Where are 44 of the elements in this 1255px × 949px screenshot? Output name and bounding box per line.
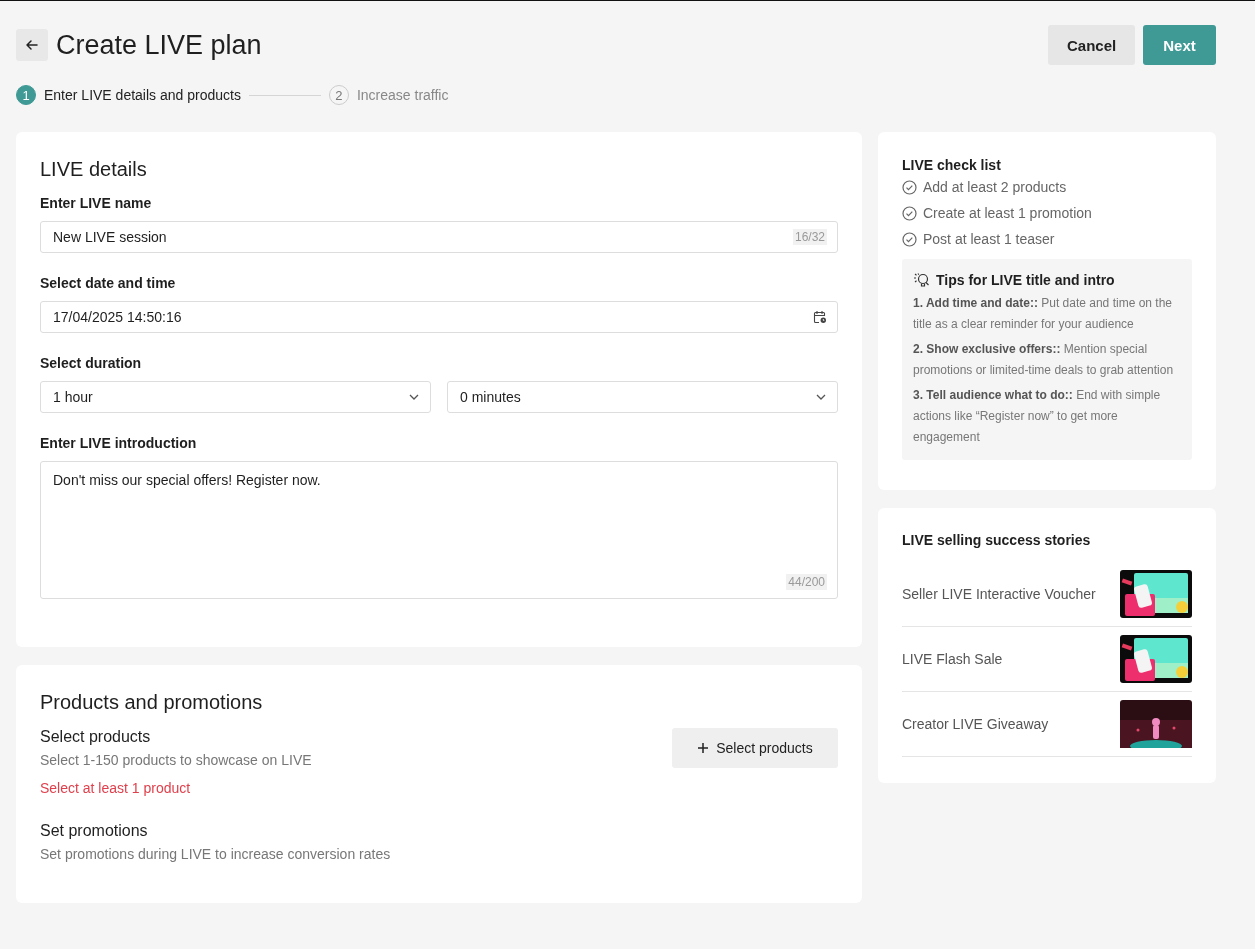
back-button[interactable] [16, 29, 48, 61]
tip-text: 1. Add time and date:: Put date and time on the title as a clear reminder for your audience [913, 295, 1173, 333]
check-circle-icon [902, 205, 917, 221]
checklist-item: Create at least 1 promotion [923, 205, 1092, 221]
subsection-title: Select products [40, 728, 152, 746]
select-products-button[interactable]: Select products [672, 728, 838, 768]
tips-title: Tips for LIVE title and intro [936, 272, 1115, 288]
step-number: 1 [16, 85, 36, 105]
story-link[interactable]: LIVE Flash Sale [902, 651, 1003, 667]
check-circle-icon [902, 231, 917, 247]
date-time-field[interactable]: 17/04/2025 14:50:16 [40, 301, 838, 333]
section-title: Products and promotions [40, 691, 264, 714]
char-counter: 16/32 [792, 229, 827, 245]
page-title: Create LIVE plan [56, 29, 262, 61]
introduction-field[interactable]: Don't miss our special offers! Register now. 44/200 [40, 461, 838, 599]
card-title: LIVE selling success stories [902, 532, 1092, 548]
field-label: Enter LIVE name [40, 195, 153, 211]
field-label: Enter LIVE introduction [40, 435, 198, 451]
story-link[interactable]: Creator LIVE Giveaway [902, 716, 1049, 732]
back-arrow-icon [24, 37, 40, 53]
card-title: LIVE check list [902, 157, 1002, 173]
plus-icon [697, 742, 710, 754]
description-text: Set promotions during LIVE to increase conversion rates [40, 846, 392, 862]
description-text: Select 1-150 products to showcase on LIVE [40, 752, 312, 768]
error-text: Select at least 1 product [40, 780, 192, 796]
name-field[interactable]: New LIVE session 16/32 [40, 221, 838, 253]
tip-text: 3. Tell audience what to do:: End with simple actions like “Register now” to get more engagement [913, 387, 1162, 446]
check-circle-icon [902, 179, 917, 195]
story-link[interactable]: Seller LIVE Interactive Voucher [902, 586, 1096, 602]
subsection-title: Set promotions [40, 822, 149, 840]
lightbulb-icon [913, 271, 931, 289]
section-title: LIVE details [40, 158, 148, 181]
hours-dropdown[interactable]: 1 hour [40, 381, 431, 413]
char-counter: 44/200 [786, 574, 827, 590]
calendar-icon [813, 310, 827, 324]
tip-text: 2. Show exclusive offers:: Mention special promotions or limited-time deals to grab attention [913, 341, 1175, 379]
checklist-item: Post at least 1 teaser [923, 231, 1055, 247]
minutes-dropdown[interactable]: 0 minutes [447, 381, 838, 413]
step-label: Increase traffic [356, 87, 449, 103]
field-label: Select date and time [40, 275, 177, 291]
step-label: Enter LIVE details and products [44, 87, 241, 103]
field-label: Select duration [40, 355, 143, 371]
checklist-item: Add at least 2 products [923, 179, 1067, 195]
cancel-button[interactable]: Cancel [1048, 25, 1135, 65]
